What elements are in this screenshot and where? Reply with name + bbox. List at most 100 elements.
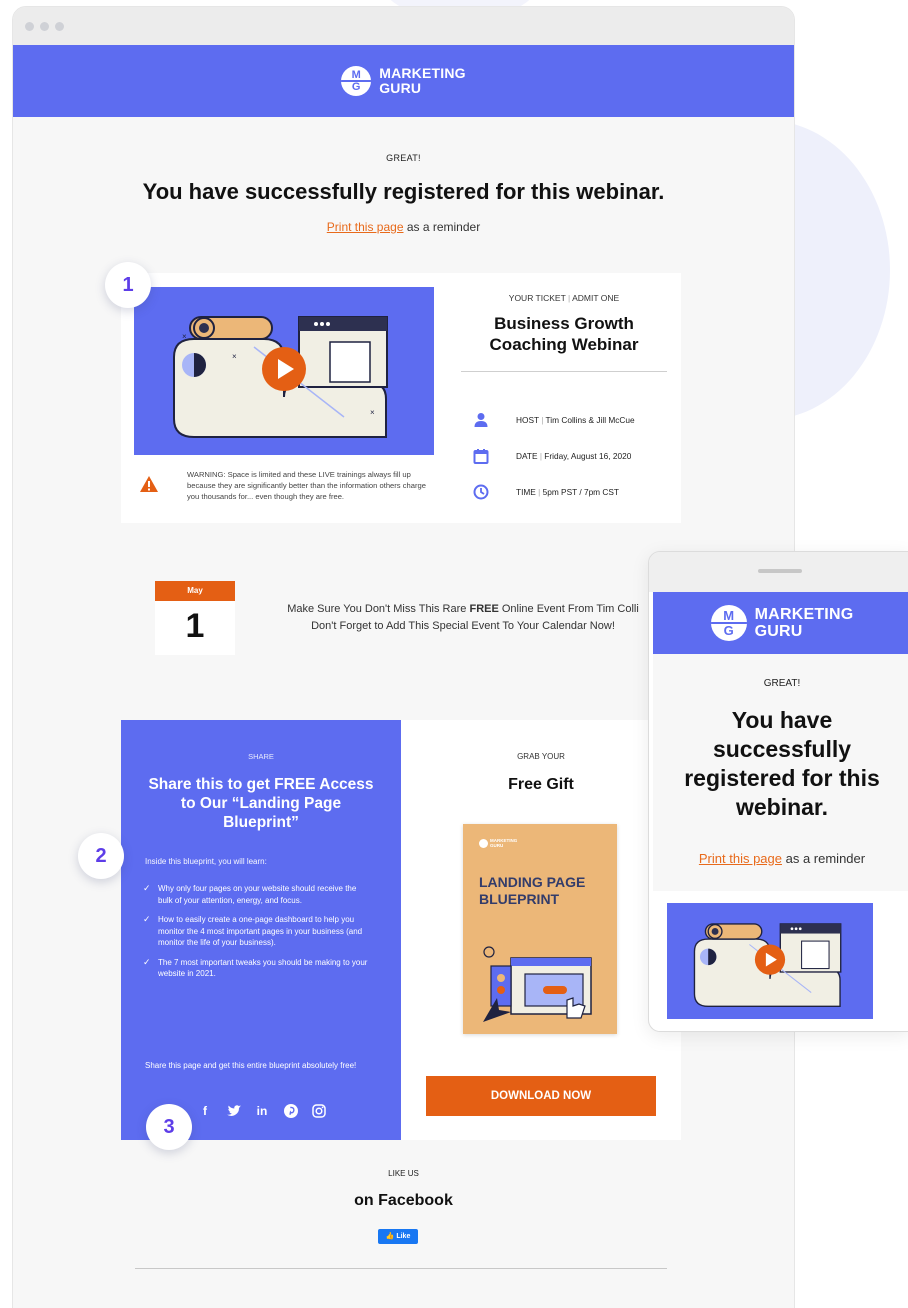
ticket-eyebrow-label: YOUR TICKET: [508, 293, 566, 303]
row-value: Friday, August 16, 2020: [544, 451, 632, 461]
gift-title: Free Gift: [508, 776, 574, 793]
row-label: TIME: [516, 487, 536, 497]
calendar-line-2: Don't Forget to Add This Special Event T…: [311, 620, 615, 632]
ticket-row-text: DATE | Friday, August 16, 2020: [516, 451, 631, 461]
svg-text:×: ×: [370, 408, 375, 417]
calendar-line-1: Make Sure You Don't Miss This Rare FREE …: [253, 601, 673, 618]
social-share-buttons: f in: [197, 1103, 327, 1119]
benefit-list: Why only four pages on your website shou…: [143, 883, 373, 988]
row-label: HOST: [516, 415, 539, 425]
ticket-eyebrow-sep: |: [568, 293, 571, 303]
marketing-showcase: M G MARKETING GURU GREAT! You have succe…: [0, 0, 908, 1308]
book-logo-icon: [479, 838, 488, 848]
instagram-icon[interactable]: [311, 1103, 327, 1119]
like-eyebrow: LIKE US: [388, 1169, 419, 1178]
ebook-cover[interactable]: MARKETING GURU LANDING PAGE BLUEPRINT: [463, 824, 617, 1034]
mobile-brand-header: M G MARKETING GURU: [653, 592, 908, 654]
divider: [461, 371, 667, 372]
person-icon: [474, 413, 488, 427]
brand-line-2: GURU: [379, 80, 422, 96]
book-title: LANDING PAGE BLUEPRINT: [479, 874, 586, 907]
callout-badge-2: 2: [78, 833, 124, 879]
like-title: on Facebook: [354, 1192, 453, 1209]
facebook-icon[interactable]: f: [197, 1103, 213, 1119]
print-reminder: Print this page as a reminder: [13, 220, 794, 234]
list-item: Why only four pages on your website shou…: [143, 883, 373, 906]
mobile-ticket-card: [653, 891, 908, 1031]
brand-logo-icon[interactable]: M G: [341, 66, 372, 96]
ticket-row-host: HOST | Tim Collins & Jill McCue: [461, 410, 667, 430]
free-gift-panel: GRAB YOUR Free Gift MARKETING GURU LANDIN…: [401, 720, 681, 1140]
divider: [135, 1268, 667, 1269]
calendar-line-1-post: Online Event From Tim Colli: [498, 603, 639, 615]
mobile-eyebrow: GREAT!: [763, 678, 801, 689]
window-dot-icon: [25, 22, 34, 31]
ticket-eyebrow: YOUR TICKET | ADMIT ONE: [461, 293, 667, 303]
ticket-row-text: TIME | 5pm PST / 7pm CST: [516, 487, 619, 497]
facebook-like-button[interactable]: 👍 Like: [378, 1229, 418, 1244]
brand-name: MARKETING GURU: [755, 606, 854, 640]
ticket-row-date: DATE | Friday, August 16, 2020: [461, 446, 667, 466]
print-suffix: as a reminder: [403, 220, 481, 234]
book-illustration: [483, 946, 592, 1022]
row-sep: |: [538, 487, 541, 497]
row-label: DATE: [516, 451, 538, 461]
ticket-row-time: TIME | 5pm PST / 7pm CST: [461, 482, 667, 502]
callout-badge-3: 3: [146, 1104, 192, 1150]
add-to-calendar-widget[interactable]: May 1: [155, 581, 235, 655]
list-item: How to easily create a one-page dashboar…: [143, 914, 373, 949]
brand-logo-icon[interactable]: M G: [710, 605, 747, 641]
row-sep: |: [539, 451, 542, 461]
webinar-illustration[interactable]: × × ×: [134, 287, 434, 455]
ticket-eyebrow-sub: ADMIT ONE: [572, 293, 620, 303]
ticket-details: YOUR TICKET | ADMIT ONE Business Growth …: [461, 293, 667, 372]
book-brand-logo: MARKETING GURU: [479, 838, 517, 848]
brand-header: M G MARKETING GURU: [13, 45, 794, 117]
print-suffix: as a reminder: [782, 851, 866, 866]
webinar-illustration[interactable]: [667, 903, 873, 1019]
webinar-illustration-art: [693, 923, 842, 1008]
share-title: Share this to get FREE Access to Our “La…: [148, 776, 374, 831]
share-intro: Inside this blueprint, you will learn:: [145, 857, 267, 866]
row-value: 5pm PST / 7pm CST: [542, 487, 619, 497]
brand-line-1: MARKETING: [754, 606, 854, 623]
mobile-top-bar: [649, 552, 908, 592]
brand-name: MARKETING GURU: [379, 66, 466, 96]
brand-line-2: GURU: [754, 623, 803, 640]
share-panel: SHARE Share this to get FREE Access to O…: [121, 720, 401, 1140]
window-dot-icon: [40, 22, 49, 31]
download-now-button[interactable]: DOWNLOAD NOW: [426, 1076, 656, 1116]
warning-icon: [140, 476, 158, 492]
pinterest-icon[interactable]: [283, 1103, 299, 1119]
mobile-print-reminder: Print this page as a reminder: [653, 851, 908, 866]
window-dot-icon: [55, 22, 64, 31]
calendar-message: Make Sure You Don't Miss This Rare FREE …: [253, 601, 673, 635]
row-sep: |: [541, 415, 544, 425]
share-eyebrow: SHARE: [248, 752, 274, 761]
like-label: Like: [396, 1233, 411, 1240]
twitter-icon[interactable]: [226, 1103, 242, 1119]
book-logo-line-2: GURU: [490, 843, 504, 848]
warning-text: WARNING: Space is limited and these LIVE…: [187, 470, 426, 501]
print-page-link[interactable]: Print this page: [699, 851, 782, 866]
mobile-handle: [758, 569, 802, 573]
browser-chrome: [13, 7, 794, 45]
page-title: You have successfully registered for thi…: [142, 179, 665, 204]
share-outro: Share this page and get this entire blue…: [145, 1061, 357, 1070]
logo-letter-g: G: [351, 81, 361, 93]
linkedin-icon[interactable]: in: [254, 1103, 270, 1119]
row-value: Tim Collins & Jill McCue: [545, 415, 635, 425]
webinar-title: Business Growth Coaching Webinar: [489, 314, 639, 354]
ticket-card: × × × WARNING: Space is limited and thes…: [121, 273, 681, 523]
callout-badge-1: 1: [105, 262, 151, 308]
print-page-link[interactable]: Print this page: [327, 220, 404, 234]
brand-line-1: MARKETING: [379, 65, 466, 81]
logo-letter-g: G: [723, 623, 734, 638]
mobile-content: GREAT! You have successfully registered …: [653, 654, 908, 1031]
svg-text:×: ×: [232, 352, 237, 361]
hero-eyebrow: GREAT!: [386, 153, 421, 163]
calendar-day: 1: [185, 607, 205, 645]
gift-eyebrow: GRAB YOUR: [517, 752, 565, 761]
list-item: The 7 most important tweaks you should b…: [143, 957, 373, 980]
thumbs-up-icon: 👍: [385, 1233, 395, 1240]
